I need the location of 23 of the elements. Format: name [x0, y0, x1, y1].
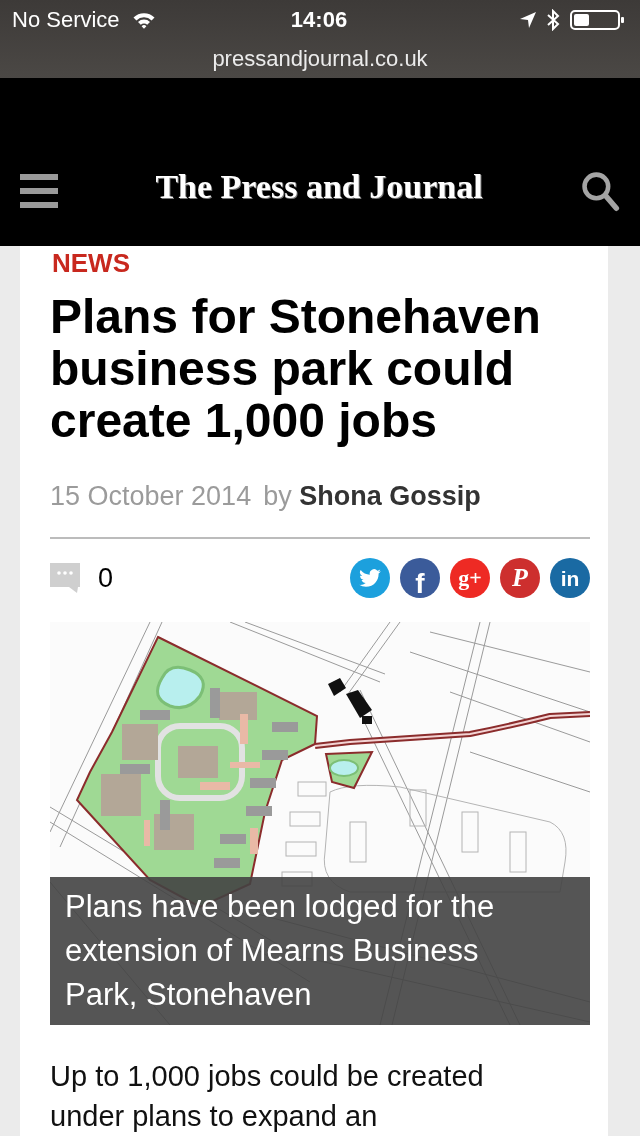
article-headline: Plans for Stonehaven business park could create 1,000 jobs [50, 291, 542, 447]
location-arrow-icon [520, 12, 536, 28]
article-date: 15 October 2014 [50, 480, 252, 513]
carrier-text: No Service [12, 7, 120, 33]
comment-count: 0 [98, 562, 114, 594]
share-button[interactable]: in [550, 558, 590, 598]
battery-icon [570, 10, 626, 30]
url-text[interactable]: pressandjournal.co.uk [212, 46, 428, 72]
wifi-icon [131, 11, 156, 29]
author-byline: by Shona Gossip [263, 480, 481, 513]
share-button[interactable]: g+ [450, 558, 490, 598]
bluetooth-icon [546, 9, 560, 31]
clock-time: 14:06 [290, 7, 348, 33]
share-button[interactable] [350, 558, 390, 598]
share-button[interactable]: P [500, 558, 540, 598]
search-icon[interactable] [580, 170, 620, 212]
site-logo[interactable]: The Press and Journal [155, 168, 483, 206]
section-label[interactable]: NEWS [50, 246, 590, 280]
bird-icon [359, 568, 381, 588]
menu-icon[interactable] [20, 174, 58, 208]
share-button[interactable]: f [400, 558, 440, 598]
image-caption: Plans have been lodged for the extension of Mearns Business Park, Stonehaven [50, 877, 590, 1025]
article-body-text: Up to 1,000 jobs could be created under plans to expand an [50, 1059, 485, 1134]
